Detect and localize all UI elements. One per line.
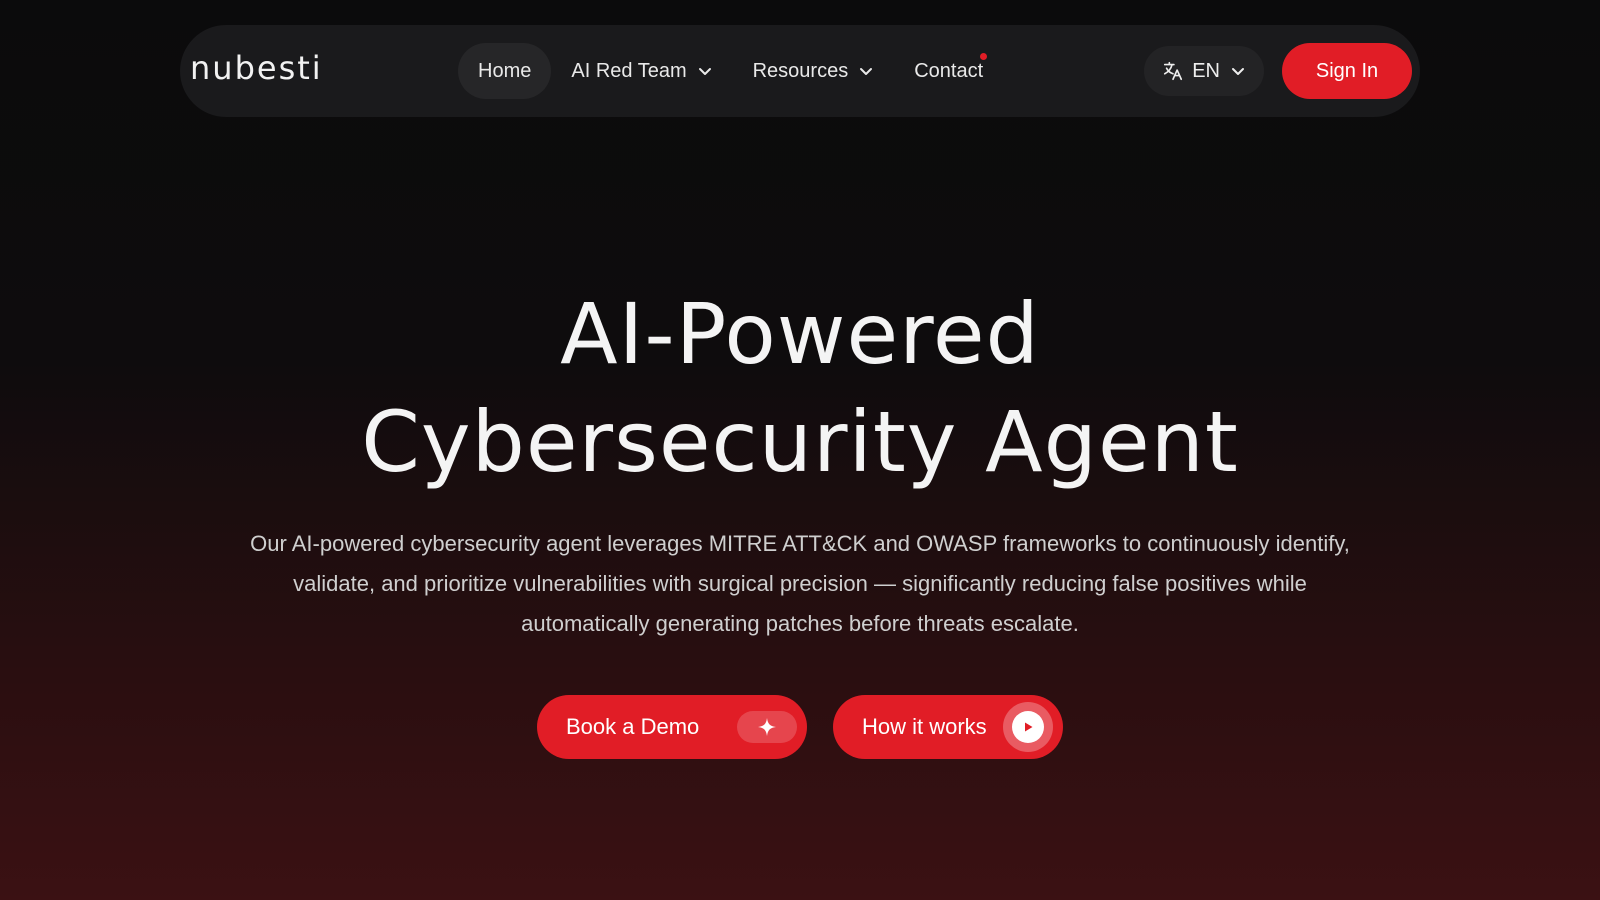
nav-links: Home AI Red Team Resources Contact (458, 43, 1003, 99)
chevron-down-icon (698, 68, 711, 75)
play-icon (1003, 702, 1053, 752)
notification-dot (980, 53, 988, 60)
nav-item-label: Resources (752, 59, 849, 82)
cta-row: Book a Demo How it works (537, 695, 1063, 759)
nav-item-contact[interactable]: Contact (894, 43, 1003, 99)
chevron-down-icon (1232, 68, 1244, 75)
hero-title: AI-Powered Cybersecurity Agent (0, 280, 1600, 496)
translate-icon (1164, 61, 1183, 81)
sign-in-button[interactable]: Sign In (1282, 43, 1412, 99)
sparkle-icon (737, 711, 797, 743)
chevron-down-icon (860, 68, 873, 75)
hero-description: Our AI-powered cybersecurity agent lever… (250, 531, 1350, 636)
nav-item-label: Home (478, 59, 532, 82)
nav-item-label: AI Red Team (571, 59, 687, 82)
book-demo-label: Book a Demo (566, 714, 700, 739)
nav-item-home[interactable]: Home (458, 43, 552, 99)
how-it-works-button[interactable]: How it works (833, 695, 1063, 759)
hero-title-line-2: Cybersecurity Agent (361, 393, 1239, 491)
nav-item-ai-red-team[interactable]: AI Red Team (551, 43, 732, 99)
how-it-works-label: How it works (862, 714, 987, 739)
nav-item-label: Contact (914, 59, 984, 82)
language-label: EN (1192, 59, 1220, 82)
top-navbar: nubesti Home AI Red Team Resources Conta… (180, 25, 1420, 117)
brand-logo[interactable]: nubesti (190, 49, 323, 87)
hero-title-line-1: AI-Powered (560, 285, 1040, 383)
language-selector[interactable]: EN (1144, 46, 1264, 96)
nav-item-resources[interactable]: Resources (733, 43, 895, 99)
book-demo-button[interactable]: Book a Demo (537, 695, 807, 759)
